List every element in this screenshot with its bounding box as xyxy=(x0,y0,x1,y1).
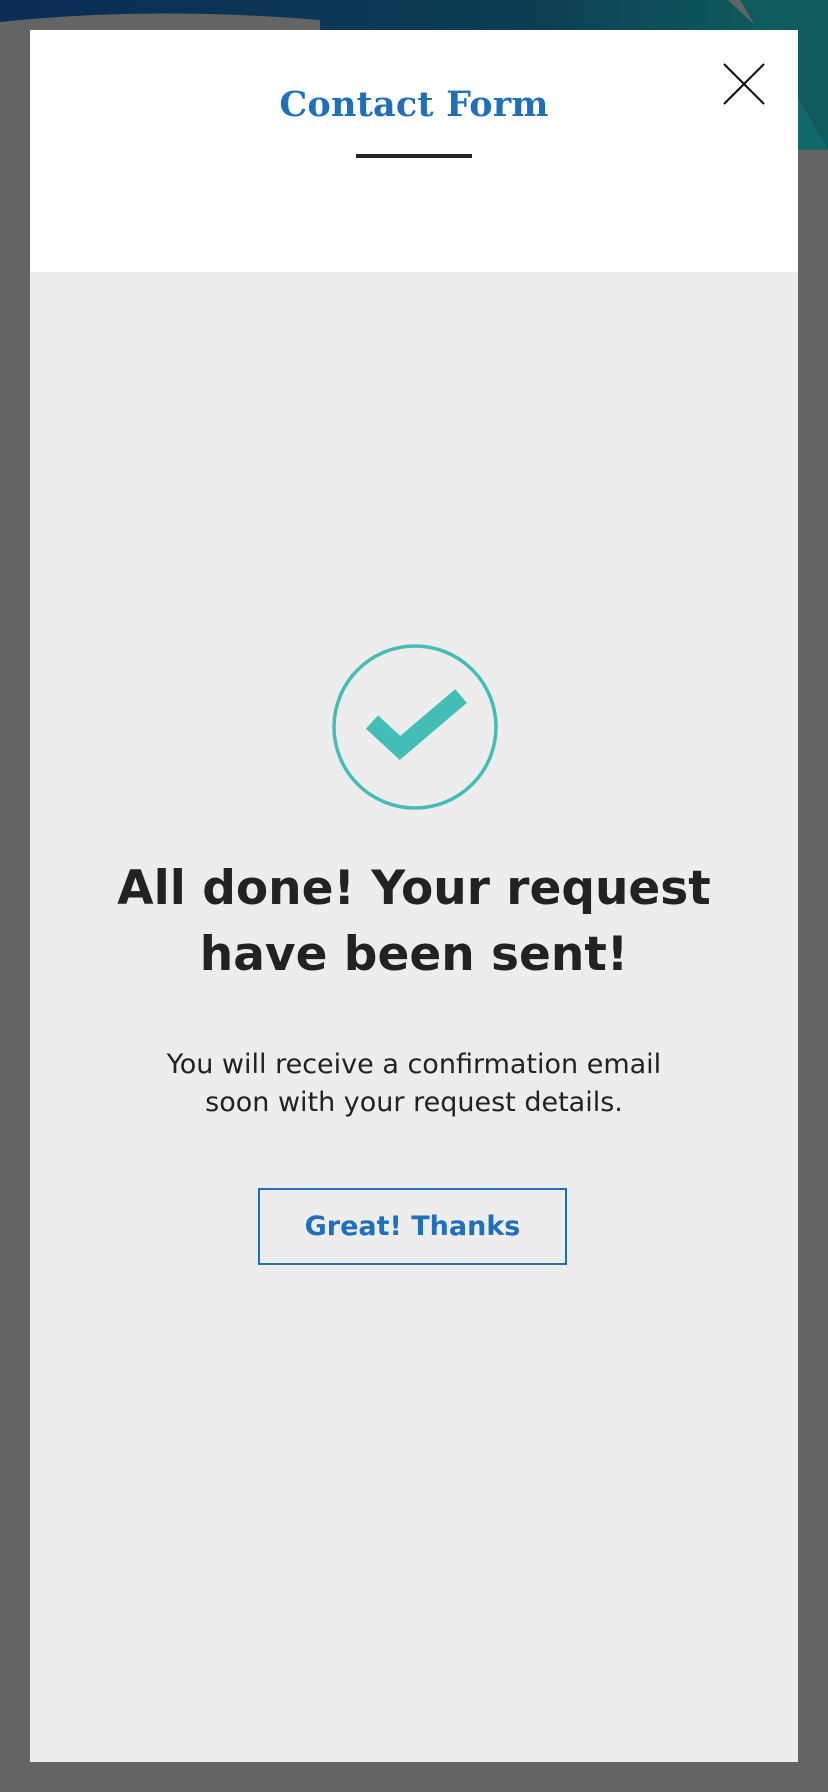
title-underline xyxy=(356,154,472,158)
great-thanks-button[interactable]: Great! Thanks xyxy=(258,1188,567,1265)
great-thanks-button-label: Great! Thanks xyxy=(304,1211,521,1242)
success-message: You will receive a confirmation email so… xyxy=(166,1049,662,1118)
modal-title: Contact Form xyxy=(279,84,549,125)
checkmark-circle-icon xyxy=(332,644,498,810)
modal-header: Contact Form xyxy=(30,30,798,272)
contact-form-modal: Contact Form All done! Your request have… xyxy=(30,30,798,1762)
close-button[interactable] xyxy=(720,60,768,108)
success-heading: All done! Your request have been sent! xyxy=(117,861,711,982)
close-icon xyxy=(723,63,765,105)
